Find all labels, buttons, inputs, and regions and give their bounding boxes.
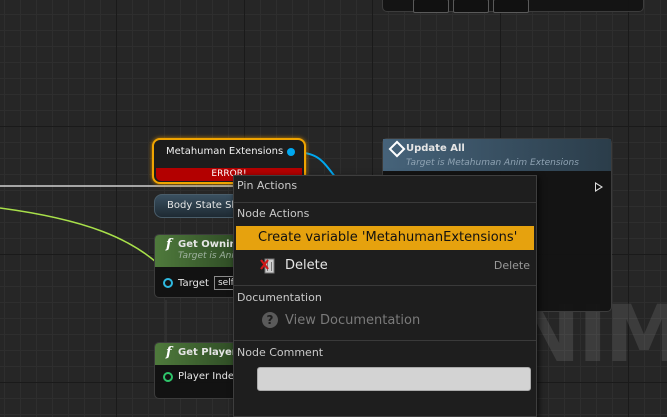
get-player-header: f Get Player (155, 343, 240, 365)
player-index-pin-row: Player Index (163, 371, 240, 382)
node-actions-heading: Node Actions (237, 207, 310, 220)
get-owning-title: Get Owning (178, 239, 241, 250)
function-icon: f (166, 345, 172, 360)
create-variable-menu-item[interactable]: Create variable 'MetahumanExtensions' (236, 226, 534, 250)
get-owning-node[interactable]: f Get Owning Target is Ani Target self (154, 234, 241, 298)
documentation-heading: Documentation (237, 291, 322, 304)
body-state-node[interactable]: Body State Ske (154, 194, 244, 218)
body-state-label: Body State Ske (167, 200, 244, 211)
update-all-header: Update All Target is Metahuman Anim Exte… (383, 139, 611, 171)
context-menu: Pin Actions Node Actions Create variable… (233, 175, 537, 417)
player-index-pin-icon[interactable] (163, 371, 173, 382)
get-player-node[interactable]: f Get Player Player Index (154, 342, 241, 399)
update-all-subtitle: Target is Metahuman Anim Extensions (406, 158, 579, 168)
get-owning-header: f Get Owning Target is Ani (155, 235, 240, 267)
function-icon: f (166, 237, 172, 252)
target-pin-row: Target self (163, 276, 238, 290)
variable-node-label: Metahuman Extensions (166, 146, 284, 157)
node-comment-input[interactable] (257, 367, 531, 391)
view-documentation-menu-item[interactable]: ? View Documentation (236, 309, 534, 333)
delete-menu-item[interactable]: Delete Delete (236, 254, 534, 278)
top-node-fragment[interactable] (382, 0, 644, 13)
event-diamond-icon (388, 140, 406, 158)
object-output-pin[interactable] (287, 148, 295, 156)
node-comment-heading: Node Comment (237, 346, 324, 359)
create-variable-label: Create variable 'MetahumanExtensions' (258, 230, 518, 245)
view-documentation-label: View Documentation (285, 313, 421, 328)
delete-shortcut: Delete (493, 259, 530, 272)
update-all-title: Update All (406, 143, 465, 154)
target-pin-label: Target (178, 277, 209, 289)
exec-output-pin-icon[interactable] (595, 182, 603, 192)
player-index-label: Player Index (178, 371, 240, 382)
help-icon: ? (262, 312, 278, 328)
target-pin-icon[interactable] (163, 278, 173, 288)
pin-actions-heading: Pin Actions (237, 179, 298, 192)
get-player-title: Get Player (178, 347, 237, 358)
get-owning-subtitle: Target is Ani (178, 251, 234, 261)
delete-label: Delete (285, 258, 328, 273)
exec-wire-green (0, 207, 157, 263)
delete-icon (260, 258, 275, 274)
